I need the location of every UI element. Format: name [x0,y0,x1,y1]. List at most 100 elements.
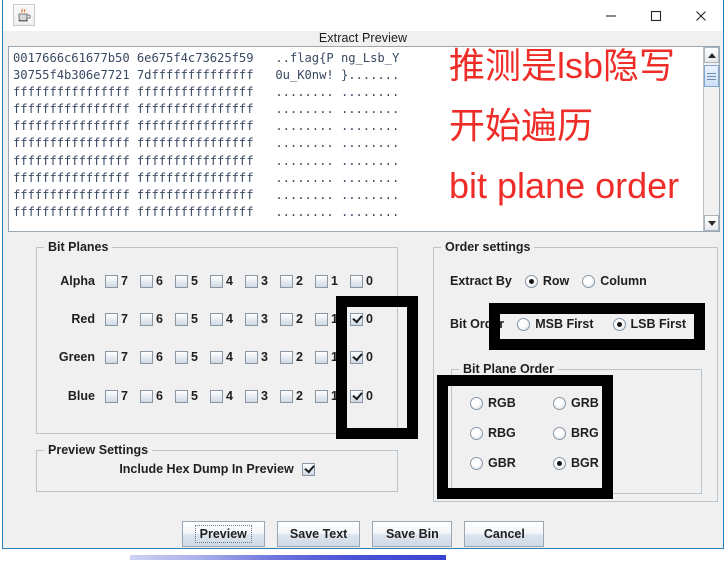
bit-plane-checkbox-group: 7 6 5 4 3 2 1 0 [105,312,385,326]
checkbox-alpha-bit7[interactable] [105,274,118,288]
extract-by-column-radio[interactable] [582,274,596,288]
checkbox-red-bit4[interactable] [210,312,223,326]
preview-settings-legend: Preview Settings [44,443,153,457]
extract-by-column-label: Column [600,274,647,288]
bit-plane-order-bgr[interactable]: BGR [553,456,636,470]
checkbox-red-bit2[interactable] [280,312,293,326]
close-icon[interactable] [678,0,723,31]
hex-dump-line: ffffffffffffffff ffffffffffffffff ......… [13,136,400,151]
checkbox-green-bit0[interactable] [350,350,363,364]
extract-by-row[interactable]: Row [524,274,570,288]
bit-index-label: 1 [331,274,338,288]
bit-plane-order-rgb-radio[interactable] [470,396,483,410]
preview-settings-group: Preview Settings Include Hex Dump In Pre… [36,443,398,492]
extract-by-row-label: Row [542,274,570,288]
bit-index-label: 1 [331,350,338,364]
bit-index-label: 6 [156,350,163,364]
bit-plane-cell-green-6: 6 [140,350,175,364]
checkbox-alpha-bit0[interactable] [350,274,363,288]
checkbox-alpha-bit1[interactable] [315,274,328,288]
checkbox-green-bit1[interactable] [315,350,328,364]
bit-plane-cell-green-0: 0 [350,350,385,364]
scroll-up-arrow-icon[interactable] [704,47,719,63]
bit-plane-cell-blue-1: 1 [315,389,350,403]
bit-plane-order-brg-radio[interactable] [553,426,566,440]
scroll-down-arrow-icon[interactable] [704,215,719,231]
cancel-button[interactable]: Cancel [464,521,545,547]
checkbox-alpha-bit6[interactable] [140,274,153,288]
minimize-icon[interactable] [588,0,633,31]
checkbox-blue-bit5[interactable] [175,389,188,403]
bit-index-label: 4 [226,274,233,288]
checkbox-blue-bit6[interactable] [140,389,153,403]
bit-index-label: 5 [191,389,198,403]
checkbox-red-bit6[interactable] [140,312,153,326]
bit-plane-cell-red-1: 1 [315,312,350,326]
bit-plane-row-alpha: Alpha 7 6 5 4 3 2 1 0 [37,270,397,292]
bit-plane-cell-alpha-0: 0 [350,274,385,288]
bit-index-label: 2 [296,350,303,364]
bit-index-label: 2 [296,389,303,403]
save-text-button[interactable]: Save Text [276,521,361,547]
checkbox-alpha-bit3[interactable] [245,274,258,288]
checkbox-green-bit3[interactable] [245,350,258,364]
maximize-icon[interactable] [633,0,678,31]
scrollbar-thumb[interactable] [704,65,719,87]
checkbox-red-bit3[interactable] [245,312,258,326]
bit-plane-cell-blue-4: 4 [210,389,245,403]
bit-plane-cell-green-7: 7 [105,350,140,364]
checkbox-alpha-bit2[interactable] [280,274,293,288]
checkbox-green-bit7[interactable] [105,350,118,364]
checkbox-blue-bit4[interactable] [210,389,223,403]
checkbox-blue-bit0[interactable] [350,389,363,403]
window-controls [588,0,723,31]
extract-by-row-radio[interactable] [524,274,538,288]
checkbox-alpha-bit4[interactable] [210,274,223,288]
bit-order-msb-first[interactable]: MSB First [517,317,594,331]
checkbox-red-bit5[interactable] [175,312,188,326]
bit-plane-order-rgb[interactable]: RGB [470,396,553,410]
preview-scrollbar[interactable] [703,47,719,231]
java-coffee-cup-icon [13,4,35,26]
bit-plane-order-rbg[interactable]: RBG [470,426,553,440]
checkbox-blue-bit2[interactable] [280,389,293,403]
bit-plane-channel-label: Alpha [60,274,95,288]
bit-plane-cell-alpha-6: 6 [140,274,175,288]
include-hex-dump-checkbox[interactable] [301,462,315,476]
checkbox-red-bit7[interactable] [105,312,118,326]
bit-index-label: 4 [226,350,233,364]
bit-plane-order-brg[interactable]: BRG [553,426,636,440]
checkbox-alpha-bit5[interactable] [175,274,188,288]
hex-dump-line: ffffffffffffffff ffffffffffffffff ......… [13,204,400,219]
checkbox-blue-bit7[interactable] [105,389,118,403]
bit-plane-order-rbg-radio[interactable] [470,426,483,440]
extract-by-label: Extract By [450,274,512,288]
bit-plane-order-gbr-radio[interactable] [470,456,483,470]
preview-button[interactable]: Preview [181,521,265,547]
hex-dump-line: ffffffffffffffff ffffffffffffffff ......… [13,85,400,100]
bit-plane-order-gbr[interactable]: GBR [470,456,553,470]
checkbox-green-bit2[interactable] [280,350,293,364]
checkbox-green-bit5[interactable] [175,350,188,364]
checkbox-green-bit4[interactable] [210,350,223,364]
bit-index-label: 3 [261,274,268,288]
bit-plane-order-bgr-label: BGR [571,456,599,470]
bit-order-lsb-first-radio[interactable] [612,317,626,331]
checkbox-blue-bit3[interactable] [245,389,258,403]
bit-plane-cell-red-2: 2 [280,312,315,326]
bit-plane-order-grb[interactable]: GRB [553,396,636,410]
bit-order-lsb-first[interactable]: LSB First [612,317,686,331]
checkbox-red-bit0[interactable] [350,312,363,326]
save-bin-button[interactable]: Save Bin [372,521,453,547]
bit-plane-cell-green-3: 3 [245,350,280,364]
checkbox-green-bit6[interactable] [140,350,153,364]
extract-by-column[interactable]: Column [582,274,647,288]
bit-plane-cell-alpha-1: 1 [315,274,350,288]
bit-plane-order-bgr-radio[interactable] [553,456,566,470]
checkbox-red-bit1[interactable] [315,312,328,326]
bit-order-msb-first-radio[interactable] [517,317,531,331]
bit-plane-order-grb-radio[interactable] [553,396,566,410]
bit-order-msb-first-label: MSB First [535,317,594,331]
checkbox-blue-bit1[interactable] [315,389,328,403]
desktop-taskbar-sliver [0,551,726,563]
